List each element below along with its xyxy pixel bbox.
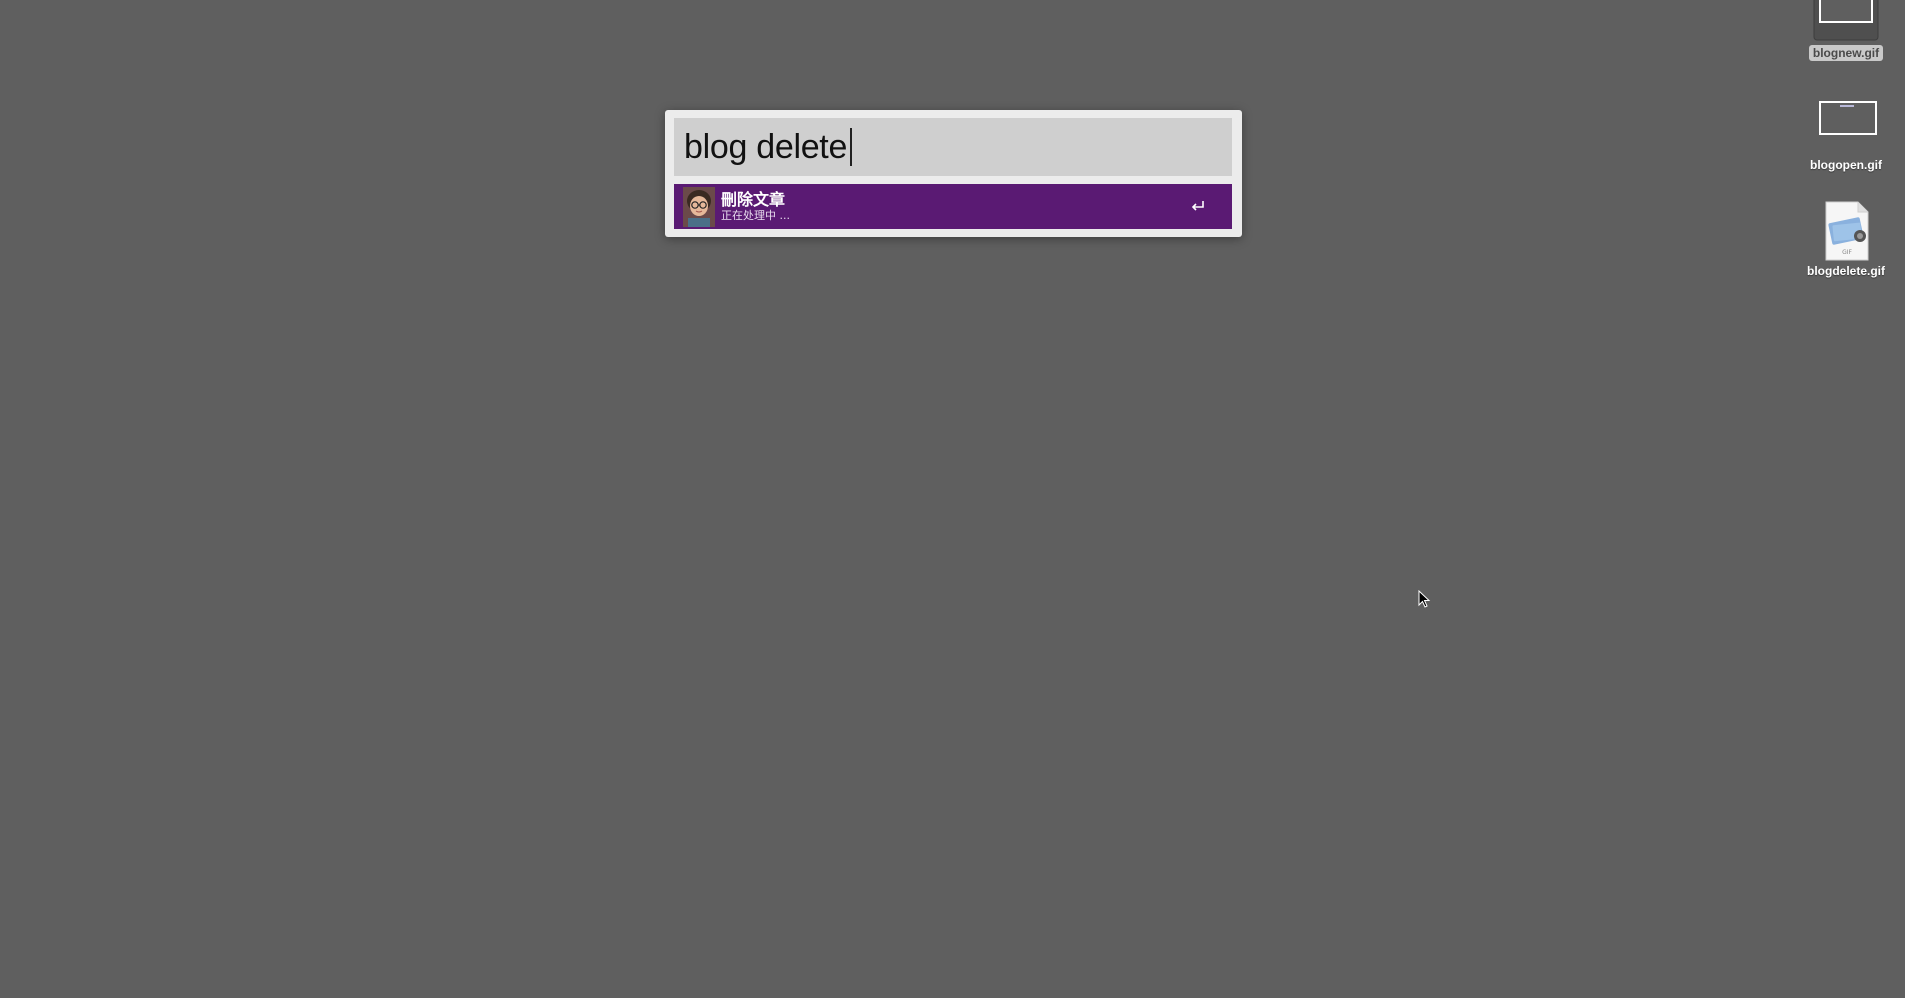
- result-title: 刪除文章: [721, 189, 786, 209]
- desktop-file-label: blogopen.gif: [1810, 158, 1882, 172]
- text-caret: [850, 128, 853, 166]
- gif-thumbnail-icon: [1813, 0, 1879, 41]
- desktop-file-blogopen[interactable]: blogopen.gif: [1791, 98, 1901, 174]
- result-text: 刪除文章 正在处理中 ...: [721, 189, 790, 223]
- gif-thumbnail-icon: [1819, 101, 1877, 135]
- return-key-icon: [1188, 196, 1208, 216]
- search-input[interactable]: blog delete: [674, 118, 1232, 176]
- desktop: blog delete 刪除文章 正在处理中 ... blognew.gif b…: [0, 0, 1905, 998]
- svg-text:GIF: GIF: [1842, 249, 1852, 256]
- gif-file-icon: GIF: [1825, 201, 1869, 261]
- desktop-file-label: blogdelete.gif: [1807, 264, 1885, 278]
- desktop-file-blognew[interactable]: blognew.gif: [1791, 0, 1901, 62]
- mouse-pointer-icon: [1418, 590, 1431, 608]
- desktop-file-blogdelete[interactable]: GIF blogdelete.gif: [1791, 200, 1901, 280]
- result-subtitle: 正在处理中 ...: [721, 208, 790, 222]
- search-query-text: blog delete: [684, 127, 848, 166]
- launcher-window: blog delete 刪除文章 正在处理中 ...: [665, 110, 1242, 237]
- avatar-icon: [683, 186, 715, 227]
- result-item[interactable]: 刪除文章 正在处理中 ...: [674, 184, 1232, 229]
- desktop-file-label: blognew.gif: [1808, 45, 1884, 61]
